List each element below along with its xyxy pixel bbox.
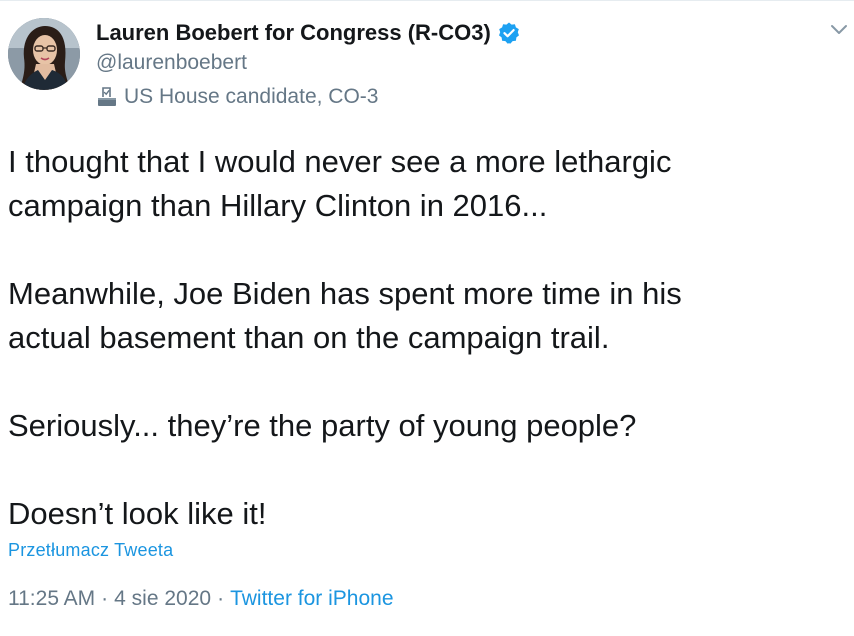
meta-separator: · xyxy=(217,587,225,610)
author-display-name[interactable]: Lauren Boebert for Congress (R-CO3) xyxy=(96,20,491,46)
name-row: Lauren Boebert for Congress (R-CO3) xyxy=(96,16,814,50)
translate-tweet-link[interactable]: Przetłumacz Tweeta xyxy=(8,540,173,561)
candidate-label: US House candidate, CO-3 xyxy=(96,80,814,114)
tweet-header: Lauren Boebert for Congress (R-CO3) @lau… xyxy=(96,16,814,114)
tweet-paragraph: Meanwhile, Joe Biden has spent more time… xyxy=(8,276,682,355)
tweet: Lauren Boebert for Congress (R-CO3) @lau… xyxy=(0,0,854,636)
tweet-metadata: 11:25 AM · 4 sie 2020 · Twitter for iPhone xyxy=(8,587,394,611)
more-options-chevron-down-icon[interactable] xyxy=(828,18,850,40)
tweet-paragraph: I thought that I would never see a more … xyxy=(8,144,672,223)
candidate-label-text: US House candidate, CO-3 xyxy=(124,85,379,108)
meta-separator: · xyxy=(101,587,109,610)
tweet-time[interactable]: 11:25 AM xyxy=(8,587,95,610)
tweet-paragraph: Doesn’t look like it! xyxy=(8,496,267,531)
tweet-source-link[interactable]: Twitter for iPhone xyxy=(230,587,393,610)
tweet-paragraph: Seriously... they’re the party of young … xyxy=(8,408,637,443)
verified-badge-icon xyxy=(497,21,521,45)
avatar[interactable] xyxy=(8,18,80,90)
tweet-text: I thought that I would never see a more … xyxy=(8,140,838,536)
author-handle[interactable]: @laurenboebert xyxy=(96,48,814,78)
tweet-date[interactable]: 4 sie 2020 xyxy=(114,587,211,610)
ballot-box-icon xyxy=(96,86,118,108)
